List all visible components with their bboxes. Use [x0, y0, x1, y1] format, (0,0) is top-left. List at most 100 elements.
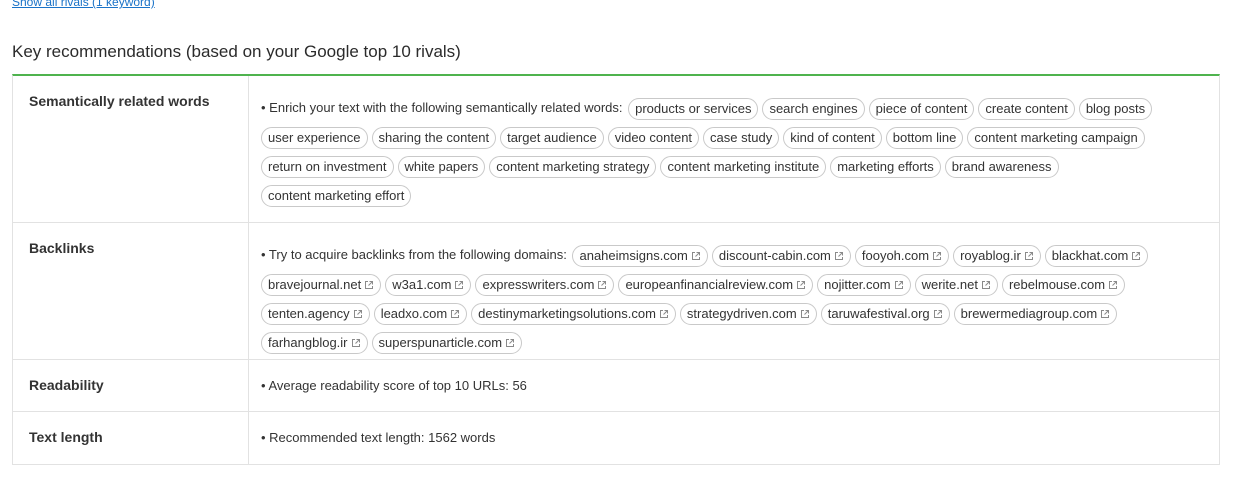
backlink-domain-chip[interactable]: taruwafestival.org	[820, 302, 950, 325]
backlink-domain-chip[interactable]: farhangblog.ir	[261, 331, 368, 354]
backlink-domain-chip[interactable]: brewermediagroup.com	[953, 302, 1118, 325]
semantic-word-chip[interactable]: video content	[607, 126, 700, 149]
chip-label: farhangblog.ir	[268, 334, 348, 350]
chip-label: taruwafestival.org	[827, 305, 930, 321]
external-link-icon	[1100, 309, 1110, 319]
semantic-word-chip[interactable]: search engines	[762, 97, 865, 120]
chip-label: bottom line	[892, 129, 957, 145]
semantic-word-chip[interactable]: marketing efforts	[830, 155, 941, 178]
semantic-word-chip[interactable]: white papers	[397, 155, 486, 178]
chip-label: return on investment	[268, 158, 387, 174]
external-link-icon	[659, 309, 669, 319]
semantic-intro: • Enrich your text with the following se…	[261, 100, 623, 115]
chip-label: content marketing strategy	[496, 158, 650, 174]
backlink-domain-chip[interactable]: werite.net	[914, 273, 998, 296]
external-link-icon	[454, 280, 464, 290]
external-link-icon	[933, 309, 943, 319]
chip-label: superspunarticle.com	[378, 334, 503, 350]
semantic-word-chip[interactable]: blog posts	[1078, 97, 1153, 120]
semantic-word-chip[interactable]: create content	[978, 97, 1075, 120]
backlink-domain-chip[interactable]: destinymarketingsolutions.com	[471, 302, 676, 325]
chip-label: kind of content	[790, 129, 875, 145]
readability-text: • Average readability score of top 10 UR…	[261, 378, 527, 393]
backlink-domain-chip[interactable]: rebelmouse.com	[1001, 273, 1126, 296]
external-link-icon	[364, 280, 374, 290]
chip-label: royablog.ir	[960, 247, 1021, 263]
semantic-word-chip[interactable]: brand awareness	[944, 155, 1059, 178]
chip-label: anaheimsigns.com	[579, 247, 688, 263]
backlink-domain-chip[interactable]: superspunarticle.com	[371, 331, 523, 354]
semantic-word-chip[interactable]: sharing the content	[371, 126, 497, 149]
chip-label: user experience	[268, 129, 361, 145]
semantic-word-chip[interactable]: piece of content	[868, 97, 975, 120]
chip-label: discount-cabin.com	[718, 247, 831, 263]
backlink-domain-chip[interactable]: bravejournal.net	[261, 273, 382, 296]
text-length-content: • Recommended text length: 1562 words	[249, 412, 1219, 464]
semantic-label: Semantically related words	[13, 76, 249, 222]
semantic-word-chip[interactable]: user experience	[261, 126, 368, 149]
external-link-icon	[981, 280, 991, 290]
chip-label: marketing efforts	[837, 158, 934, 174]
backlink-domain-chip[interactable]: anaheimsigns.com	[572, 244, 708, 267]
backlinks-content: • Try to acquire backlinks from the foll…	[249, 223, 1219, 359]
text-length-text: • Recommended text length: 1562 words	[261, 430, 496, 445]
semantic-word-chip[interactable]: kind of content	[783, 126, 882, 149]
backlink-domain-chip[interactable]: europeanfinancialreview.com	[618, 273, 814, 296]
show-all-rivals-link[interactable]: Show all rivals (1 keyword)	[12, 0, 155, 9]
chip-label: leadxo.com	[380, 305, 448, 321]
row-readability: Readability • Average readability score …	[13, 360, 1219, 412]
external-link-icon	[353, 309, 363, 319]
semantic-word-chip[interactable]: content marketing campaign	[967, 126, 1145, 149]
chip-label: destinymarketingsolutions.com	[478, 305, 656, 321]
semantic-word-chip[interactable]: bottom line	[885, 126, 964, 149]
chip-label: video content	[614, 129, 693, 145]
chip-label: tenten.agency	[268, 305, 350, 321]
backlink-domain-chip[interactable]: strategydriven.com	[679, 302, 817, 325]
semantic-word-chip[interactable]: return on investment	[261, 155, 394, 178]
chip-label: content marketing effort	[268, 187, 405, 203]
backlink-domain-chip[interactable]: blackhat.com	[1044, 244, 1149, 267]
backlinks-label: Backlinks	[13, 223, 249, 359]
semantic-word-chip[interactable]: case study	[703, 126, 780, 149]
external-link-icon	[894, 280, 904, 290]
semantic-word-chip[interactable]: content marketing effort	[261, 184, 412, 207]
external-link-icon	[1024, 251, 1034, 261]
backlink-domain-chip[interactable]: leadxo.com	[373, 302, 468, 325]
backlink-domain-chip[interactable]: expresswriters.com	[475, 273, 615, 296]
chip-label: werite.net	[921, 276, 978, 292]
external-link-icon	[834, 251, 844, 261]
semantic-word-chip[interactable]: target audience	[500, 126, 604, 149]
chip-label: nojitter.com	[824, 276, 891, 292]
readability-content: • Average readability score of top 10 UR…	[249, 360, 1219, 411]
backlinks-intro: • Try to acquire backlinks from the foll…	[261, 247, 567, 262]
backlink-domain-chip[interactable]: w3a1.com	[385, 273, 472, 296]
chip-label: sharing the content	[378, 129, 490, 145]
backlinks-chips: anaheimsigns.com discount-cabin.com fooyoh…	[261, 244, 1152, 354]
semantic-word-chip[interactable]: content marketing institute	[660, 155, 827, 178]
external-link-icon	[691, 251, 701, 261]
chip-label: blog posts	[1085, 100, 1146, 116]
readability-label: Readability	[13, 360, 249, 411]
backlink-domain-chip[interactable]: discount-cabin.com	[711, 244, 851, 267]
semantic-word-chip[interactable]: products or services	[628, 97, 759, 120]
chip-label: content marketing institute	[667, 158, 820, 174]
external-link-icon	[351, 338, 361, 348]
chip-label: piece of content	[875, 100, 968, 116]
backlink-domain-chip[interactable]: royablog.ir	[953, 244, 1041, 267]
backlink-domain-chip[interactable]: tenten.agency	[261, 302, 370, 325]
semantic-word-chip[interactable]: content marketing strategy	[489, 155, 657, 178]
text-length-label: Text length	[13, 412, 249, 464]
section-title: Key recommendations (based on your Googl…	[12, 42, 461, 61]
chip-label: target audience	[507, 129, 597, 145]
chip-label: strategydriven.com	[686, 305, 797, 321]
chip-label: fooyoh.com	[861, 247, 930, 263]
row-semantic: Semantically related words • Enrich your…	[13, 76, 1219, 223]
semantic-chips: products or services search engines piece …	[261, 97, 1156, 207]
chip-label: search engines	[769, 100, 858, 116]
chip-label: bravejournal.net	[268, 276, 362, 292]
external-link-icon	[597, 280, 607, 290]
external-link-icon	[1108, 280, 1118, 290]
backlink-domain-chip[interactable]: nojitter.com	[817, 273, 911, 296]
chip-label: europeanfinancialreview.com	[625, 276, 794, 292]
backlink-domain-chip[interactable]: fooyoh.com	[854, 244, 950, 267]
